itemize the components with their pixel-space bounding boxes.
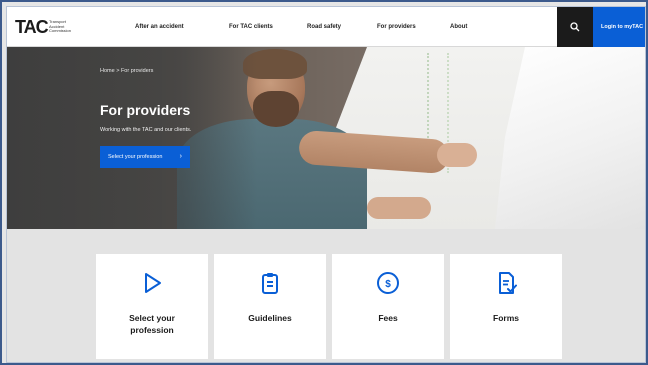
provider-cards: Select your profession Guidelines $ Fees: [7, 229, 645, 362]
page-title: For providers: [100, 102, 191, 118]
chevron-right-icon: ›: [179, 153, 182, 160]
clipboard-icon: [262, 273, 278, 294]
logo-mark: TAC: [15, 17, 49, 37]
nav-item-after-an-accident[interactable]: After an accident: [135, 7, 184, 47]
select-profession-label: Select your profession: [108, 154, 163, 160]
document-check-icon: [499, 272, 517, 294]
card-forms[interactable]: Forms: [450, 254, 562, 359]
select-profession-button[interactable]: Select your profession ›: [100, 146, 190, 168]
tac-logo[interactable]: TAC Transport Accident Commission: [15, 16, 79, 38]
doctor-hand-image: [437, 143, 477, 167]
dollar-circle-icon: $: [377, 272, 399, 294]
card-label: Select your profession: [129, 313, 175, 335]
browser-viewport: TAC Transport Accident Commission After …: [6, 6, 646, 363]
card-label: Guidelines: [248, 313, 292, 323]
logo-tagline: Transport Accident Commission: [49, 19, 72, 33]
nav-item-for-providers[interactable]: For providers: [377, 7, 416, 47]
card-fees[interactable]: $ Fees: [332, 254, 444, 359]
card-guidelines[interactable]: Guidelines: [214, 254, 326, 359]
hero-overlay: [7, 47, 257, 229]
card-select-profession[interactable]: Select your profession: [96, 254, 208, 359]
nav-item-for-tac-clients[interactable]: For TAC clients: [229, 7, 273, 47]
nav-item-road-safety[interactable]: Road safety: [307, 7, 341, 47]
site-header: TAC Transport Accident Commission After …: [7, 7, 645, 47]
svg-text:$: $: [385, 279, 391, 290]
hero-banner: Home > For providers For providers Worki…: [7, 47, 645, 229]
nav-item-about[interactable]: About: [450, 7, 467, 47]
screenshot-frame: TAC Transport Accident Commission After …: [0, 0, 648, 365]
patient-beard-image: [253, 91, 299, 127]
play-triangle-icon: [145, 273, 161, 293]
doctor-hand-lower-image: [367, 197, 431, 219]
card-label: Forms: [493, 313, 519, 323]
page-subtitle: Working with the TAC and our clients.: [100, 127, 192, 133]
search-button[interactable]: [557, 7, 593, 47]
card-label: Fees: [378, 313, 398, 323]
breadcrumb[interactable]: Home > For providers: [100, 68, 153, 74]
search-icon: [570, 22, 580, 32]
login-button[interactable]: Login to myTAC: [593, 7, 645, 47]
